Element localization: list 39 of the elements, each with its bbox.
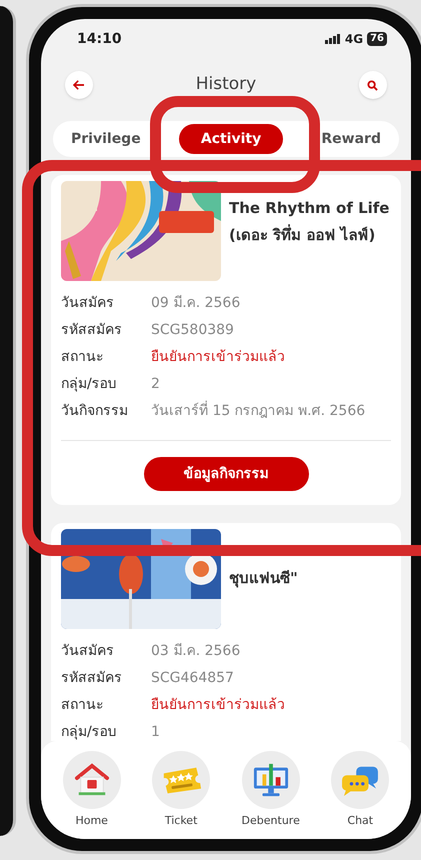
field-value: 03 มี.ค. 2566 [151,642,240,661]
status-time: 14:10 [77,30,122,48]
field-label: รหัสสมัคร [61,321,123,340]
field-value: 1 [151,723,160,741]
search-button[interactable] [358,71,387,99]
activity-title: The Rhythm of Life (เดอะ ริทึ่ม ออฟ ไลฟ์) [229,198,390,246]
tab[interactable]: Reward [307,124,395,154]
field-value: ยืนยันการเข้าร่วมแล้ว [151,348,285,367]
search-icon [367,80,378,90]
battery-indicator: 76 [367,32,387,46]
tab[interactable]: Privilege [57,124,155,154]
field-label: กลุ่ม/รอบ [61,375,118,394]
field-value: SCG580389 [151,321,234,340]
field-label: วันสมัคร [61,294,115,313]
house-icon [72,763,111,797]
nav-item[interactable]: Ticket [152,751,210,830]
field-value: 2 [151,375,160,394]
field-label: กลุ่ม/รอบ [61,723,118,741]
network-label: 4G [344,31,364,48]
page-title: History [196,73,256,96]
field-label: วันสมัคร [61,642,115,661]
field-value: 09 มี.ค. 2566 [151,294,240,313]
field-label: วันกิจกรรม [61,402,129,421]
field-value: วันเสาร์ที่ 15 กรกฎาคม พ.ศ. 2566 [151,401,366,422]
field-value: ยืนยันการเข้าร่วมแล้ว [151,696,285,715]
field-label: สถานะ [61,696,105,715]
activity-title: ชุบแฟนซี" [229,568,298,590]
back-button[interactable] [65,71,93,99]
signal-icon [324,34,341,44]
field-value: SCG464857 [151,669,234,688]
back-arrow-icon [73,80,85,90]
activity-info-button[interactable]: ข้อมูลกิจกรรม [144,457,308,491]
nav-item[interactable]: Debenture [242,751,300,830]
tab[interactable]: Activity [178,124,284,154]
field-label: สถานะ [61,348,105,367]
field-label: รหัสสมัคร [61,669,123,688]
nav-item[interactable]: Chat [331,751,390,830]
nav-item[interactable]: Home [62,751,121,830]
monitor-chart-icon [252,762,290,798]
